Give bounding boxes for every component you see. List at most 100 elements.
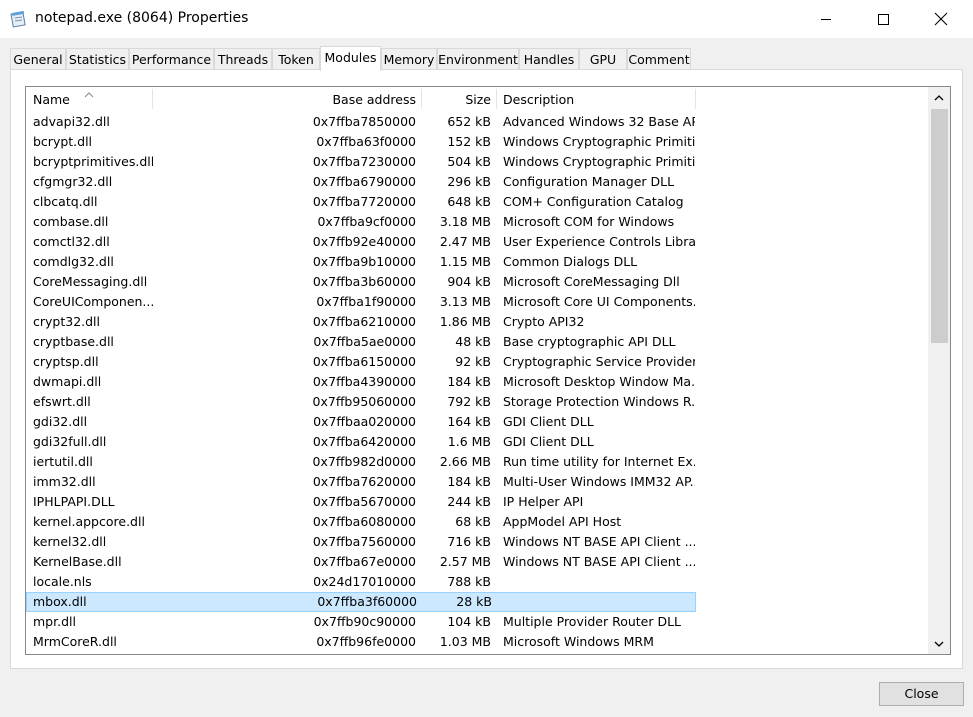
column-header-base-address[interactable]: Base address bbox=[156, 87, 416, 113]
description-cell bbox=[504, 592, 696, 612]
description-cell: IP Helper API bbox=[503, 494, 584, 509]
minimize-button[interactable] bbox=[803, 0, 849, 38]
base-address-cell: 0x7ffba7560000 bbox=[312, 534, 416, 549]
tab-comment[interactable]: Comment bbox=[627, 48, 691, 70]
tab-modules[interactable]: Modules bbox=[320, 46, 381, 71]
base-address-cell: 0x7ffba6790000 bbox=[312, 174, 416, 189]
size-cell: 296 kB bbox=[447, 174, 491, 189]
scroll-thumb[interactable] bbox=[931, 109, 948, 343]
scroll-up-button[interactable] bbox=[928, 87, 950, 107]
table-row[interactable]: CoreMessaging.dll 0x7ffba3b60000 904 kB Mic… bbox=[26, 272, 696, 292]
base-address-cell: 0x7ffb96fe0000 bbox=[316, 634, 416, 649]
size-cell: 68 kB bbox=[455, 514, 491, 529]
close-window-button[interactable] bbox=[918, 0, 964, 38]
module-name-cell: combase.dll bbox=[33, 214, 109, 229]
scroll-down-button[interactable] bbox=[928, 634, 950, 654]
size-cell: 504 kB bbox=[447, 154, 491, 169]
table-row[interactable]: locale.nls 0x24d17010000 788 kB bbox=[26, 572, 696, 592]
tab-gpu[interactable]: GPU bbox=[579, 48, 627, 70]
table-row[interactable]: combase.dll 0x7ffba9cf0000 3.18 MB Microsof… bbox=[26, 212, 696, 232]
column-header-row: Name Base address Size Description bbox=[26, 87, 928, 113]
base-address-cell: 0x24d17010000 bbox=[313, 574, 416, 589]
base-address-cell: 0x7ffba67e0000 bbox=[313, 554, 416, 569]
table-row[interactable]: comctl32.dll 0x7ffb92e40000 2.47 MB User Ex… bbox=[26, 232, 696, 252]
column-separator[interactable] bbox=[496, 89, 497, 109]
table-row[interactable]: IPHLPAPI.DLL 0x7ffba5670000 244 kB IP Helpe… bbox=[26, 492, 696, 512]
tab-threads[interactable]: Threads bbox=[214, 48, 272, 70]
description-cell: GDI Client DLL bbox=[503, 414, 594, 429]
description-cell: Microsoft Core UI Components... bbox=[503, 294, 695, 309]
table-row[interactable]: comdlg32.dll 0x7ffba9b10000 1.15 MB Common … bbox=[26, 252, 696, 272]
close-button[interactable]: Close bbox=[879, 682, 964, 706]
size-cell: 1.03 MB bbox=[439, 634, 491, 649]
table-row[interactable]: cryptbase.dll 0x7ffba5ae0000 48 kB Base cry… bbox=[26, 332, 696, 352]
table-row[interactable]: iertutil.dll 0x7ffb982d0000 2.66 MB Run tim… bbox=[26, 452, 696, 472]
tab-performance[interactable]: Performance bbox=[129, 48, 214, 70]
description-cell: GDI Client DLL bbox=[503, 434, 594, 449]
table-row[interactable]: gdi32full.dll 0x7ffba6420000 1.6 MB GDI Cli… bbox=[26, 432, 696, 452]
tab-handles[interactable]: Handles bbox=[519, 48, 579, 70]
table-row[interactable]: kernel.appcore.dll 0x7ffba6080000 68 kB App… bbox=[26, 512, 696, 532]
table-row[interactable]: crypt32.dll 0x7ffba6210000 1.86 MB Crypto A… bbox=[26, 312, 696, 332]
table-row[interactable]: mpr.dll 0x7ffb90c90000 104 kB Multiple Prov… bbox=[26, 612, 696, 632]
base-address-cell: 0x7ffba7230000 bbox=[312, 154, 416, 169]
description-cell: Multi-User Windows IMM32 AP... bbox=[503, 474, 695, 489]
table-row[interactable]: MrmCoreR.dll 0x7ffb96fe0000 1.03 MB Microso… bbox=[26, 632, 696, 652]
tab-general[interactable]: General bbox=[10, 48, 66, 70]
base-address-cell: 0x7ffba6080000 bbox=[312, 514, 416, 529]
tab-token[interactable]: Token bbox=[272, 48, 320, 70]
module-name-cell: kernel32.dll bbox=[33, 534, 107, 549]
table-row[interactable]: kernel32.dll 0x7ffba7560000 716 kB Windows … bbox=[26, 532, 696, 552]
base-address-cell: 0x7ffba5670000 bbox=[312, 494, 416, 509]
notepad-app-icon bbox=[10, 10, 28, 28]
description-cell: Configuration Manager DLL bbox=[503, 174, 675, 189]
base-address-cell: 0x7ffba9cf0000 bbox=[317, 214, 416, 229]
chevron-up-icon bbox=[934, 94, 944, 100]
tab-environment[interactable]: Environment bbox=[437, 48, 519, 70]
base-address-cell: 0x7ffba6420000 bbox=[312, 434, 416, 449]
column-separator[interactable] bbox=[152, 89, 153, 109]
maximize-button[interactable] bbox=[860, 0, 906, 38]
description-cell bbox=[503, 572, 695, 592]
table-row[interactable]: clbcatq.dll 0x7ffba7720000 648 kB COM+ Conf… bbox=[26, 192, 696, 212]
table-row[interactable]: efswrt.dll 0x7ffb95060000 792 kB Storage Pr… bbox=[26, 392, 696, 412]
size-cell: 2.66 MB bbox=[439, 454, 491, 469]
description-cell: Multiple Provider Router DLL bbox=[503, 614, 682, 629]
size-cell: 792 kB bbox=[447, 394, 491, 409]
base-address-cell: 0x7ffba5ae0000 bbox=[313, 334, 416, 349]
table-row[interactable]: gdi32.dll 0x7ffbaa020000 164 kB GDI Client … bbox=[26, 412, 696, 432]
minimize-icon bbox=[821, 19, 831, 20]
module-name-cell: KernelBase.dll bbox=[33, 554, 122, 569]
column-header-description[interactable]: Description bbox=[503, 87, 693, 113]
table-row[interactable]: CoreUIComponen... 0x7ffba1f90000 3.13 MB Mi… bbox=[26, 292, 696, 312]
table-row[interactable]: bcryptprimitives.dll 0x7ffba7230000 504 kB… bbox=[26, 152, 696, 172]
size-cell: 652 kB bbox=[447, 114, 491, 129]
table-row[interactable]: KernelBase.dll 0x7ffba67e0000 2.57 MB Windo… bbox=[26, 552, 696, 572]
table-row[interactable]: cfgmgr32.dll 0x7ffba6790000 296 kB Configur… bbox=[26, 172, 696, 192]
table-row[interactable]: imm32.dll 0x7ffba7620000 184 kB Multi-User … bbox=[26, 472, 696, 492]
table-row[interactable]: mbox.dll 0x7ffba3f60000 28 kB bbox=[26, 592, 696, 612]
column-separator[interactable] bbox=[695, 89, 696, 109]
base-address-cell: 0x7ffba7850000 bbox=[312, 114, 416, 129]
tab-statistics[interactable]: Statistics bbox=[66, 48, 129, 70]
table-row[interactable]: bcrypt.dll 0x7ffba63f0000 152 kB Windows Cr… bbox=[26, 132, 696, 152]
base-address-cell: 0x7ffba3b60000 bbox=[312, 274, 416, 289]
table-row[interactable]: advapi32.dll 0x7ffba7850000 652 kB Advanced… bbox=[26, 112, 696, 132]
size-cell: 104 kB bbox=[447, 614, 491, 629]
description-cell: Base cryptographic API DLL bbox=[503, 334, 676, 349]
table-row[interactable]: cryptsp.dll 0x7ffba6150000 92 kB Cryptograp… bbox=[26, 352, 696, 372]
table-row[interactable]: dwmapi.dll 0x7ffba4390000 184 kB Microsoft … bbox=[26, 372, 696, 392]
module-name-cell: cryptbase.dll bbox=[33, 334, 114, 349]
column-header-size[interactable]: Size bbox=[421, 87, 491, 113]
description-cell: Storage Protection Windows R... bbox=[503, 394, 695, 409]
base-address-cell: 0x7ffba4390000 bbox=[312, 374, 416, 389]
tab-memory[interactable]: Memory bbox=[381, 48, 437, 70]
module-name-cell: dwmapi.dll bbox=[33, 374, 102, 389]
base-address-cell: 0x7ffba63f0000 bbox=[316, 134, 416, 149]
module-name-cell: IPHLPAPI.DLL bbox=[33, 494, 115, 509]
description-cell: User Experience Controls Library bbox=[503, 234, 695, 249]
size-cell: 164 kB bbox=[447, 414, 491, 429]
vertical-scrollbar[interactable] bbox=[928, 87, 950, 654]
modules-list[interactable]: Name Base address Size Description advap… bbox=[25, 86, 951, 655]
size-cell: 244 kB bbox=[447, 494, 491, 509]
